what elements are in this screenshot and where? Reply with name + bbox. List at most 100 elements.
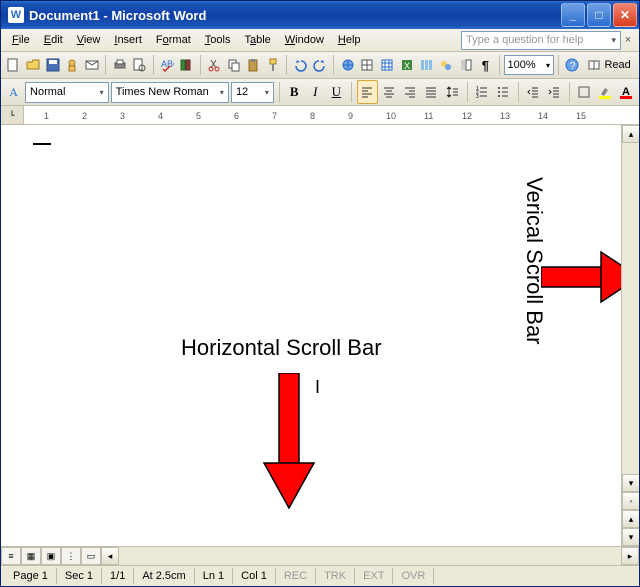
fontsize-combo[interactable]: 12▾	[231, 82, 274, 103]
help-icon-button[interactable]: ?	[563, 54, 582, 76]
normal-view-button[interactable]: ≡	[1, 547, 21, 565]
status-page: Page 1	[5, 568, 57, 584]
titlebar: W Document1 - Microsoft Word _ □ ✕	[1, 1, 639, 29]
hyperlink-button[interactable]	[338, 54, 357, 76]
help-search-input[interactable]: Type a question for help ▾	[461, 31, 621, 50]
menu-tools[interactable]: Tools	[198, 32, 238, 48]
italic-button[interactable]: I	[306, 81, 325, 103]
menu-insert[interactable]: Insert	[107, 32, 149, 48]
scroll-right-button[interactable]: ▸	[621, 547, 639, 565]
weblayout-view-button[interactable]: ▦	[21, 547, 41, 565]
highlight-button[interactable]	[596, 81, 615, 103]
window-title: Document1 - Microsoft Word	[29, 8, 561, 23]
menu-table[interactable]: Table	[237, 32, 277, 48]
permission-button[interactable]	[63, 54, 82, 76]
line-spacing-button[interactable]	[443, 81, 462, 103]
status-at: At 2.5cm	[134, 568, 194, 584]
menu-help[interactable]: Help	[331, 32, 368, 48]
decrease-indent-button[interactable]	[524, 81, 543, 103]
save-button[interactable]	[43, 54, 62, 76]
drawing-button[interactable]	[437, 54, 456, 76]
ibeam-cursor-icon: I	[315, 377, 320, 398]
redo-button[interactable]	[311, 54, 330, 76]
status-rec[interactable]: REC	[276, 568, 316, 584]
menu-file[interactable]: File	[5, 32, 37, 48]
scroll-down-button[interactable]: ▾	[622, 474, 639, 492]
formatting-toolbar: A Normal▾ Times New Roman▾ 12▾ B I U 123…	[1, 79, 639, 106]
font-color-button[interactable]: A	[617, 81, 636, 103]
close-help-icon[interactable]: ×	[621, 34, 635, 46]
outline-view-button[interactable]: ⋮	[61, 547, 81, 565]
status-pagecount: 1/1	[102, 568, 134, 584]
printlayout-view-button[interactable]: ▣	[41, 547, 61, 565]
maximize-button[interactable]: □	[587, 3, 611, 27]
arrow-down-icon	[259, 373, 319, 513]
menu-view[interactable]: View	[70, 32, 108, 48]
horizontal-ruler[interactable]: ┗ 1 2 3 4 5 6 7 8 9 10 11 12 13 14 15	[1, 106, 639, 125]
menu-window[interactable]: Window	[278, 32, 331, 48]
justify-button[interactable]	[422, 81, 441, 103]
docmap-button[interactable]	[456, 54, 475, 76]
status-ext[interactable]: EXT	[355, 568, 393, 584]
style-combo[interactable]: Normal▾	[25, 82, 109, 103]
help-placeholder: Type a question for help	[466, 34, 583, 46]
show-hide-button[interactable]: ¶	[476, 54, 495, 76]
minimize-button[interactable]: _	[561, 3, 585, 27]
underline-button[interactable]: U	[327, 81, 346, 103]
read-mode-button[interactable]: Read	[582, 55, 635, 75]
document-area[interactable]: Horizontal Scroll Bar Verical Scroll Bar…	[1, 125, 639, 546]
menubar: File Edit View Insert Format Tools Table…	[1, 29, 639, 52]
svg-text:?: ?	[570, 61, 576, 72]
new-doc-button[interactable]	[4, 54, 23, 76]
statusbar: Page 1 Sec 1 1/1 At 2.5cm Ln 1 Col 1 REC…	[1, 565, 639, 586]
menu-format[interactable]: Format	[149, 32, 198, 48]
align-right-button[interactable]	[401, 81, 420, 103]
font-combo[interactable]: Times New Roman▾	[111, 82, 229, 103]
copy-button[interactable]	[224, 54, 243, 76]
tab-selector[interactable]: ┗	[1, 106, 24, 124]
numbered-list-button[interactable]: 123	[473, 81, 492, 103]
next-page-button[interactable]: ▾	[622, 528, 639, 546]
spellcheck-button[interactable]: ABC	[157, 54, 176, 76]
undo-button[interactable]	[291, 54, 310, 76]
format-painter-button[interactable]	[264, 54, 283, 76]
zoom-combo[interactable]: 100%▾	[504, 55, 554, 75]
email-button[interactable]	[83, 54, 102, 76]
prev-page-button[interactable]: ▴	[622, 510, 639, 528]
ruler-ticks: 1 2 3 4 5 6 7 8 9 10 11 12 13 14 15	[24, 106, 639, 124]
chevron-down-icon: ▾	[611, 35, 616, 46]
excel-button[interactable]: X	[397, 54, 416, 76]
horizontal-scrollbar[interactable]: ◂ ▸	[101, 548, 639, 564]
status-line: Ln 1	[195, 568, 233, 584]
standard-toolbar: ABC X ¶ 100%▾ ? Read	[1, 52, 639, 79]
print-preview-button[interactable]	[130, 54, 149, 76]
tables-borders-button[interactable]	[358, 54, 377, 76]
cut-button[interactable]	[205, 54, 224, 76]
research-button[interactable]	[177, 54, 196, 76]
book-icon	[587, 58, 601, 72]
status-ovr[interactable]: OVR	[393, 568, 434, 584]
open-button[interactable]	[24, 54, 43, 76]
scroll-left-button[interactable]: ◂	[101, 547, 119, 565]
svg-text:3: 3	[476, 94, 479, 98]
print-button[interactable]	[110, 54, 129, 76]
paste-button[interactable]	[244, 54, 263, 76]
columns-button[interactable]	[417, 54, 436, 76]
reading-view-button[interactable]: ▭	[81, 547, 101, 565]
bold-button[interactable]: B	[285, 81, 304, 103]
scroll-up-button[interactable]: ▴	[622, 125, 639, 143]
browse-object-button[interactable]: ◦	[622, 492, 639, 510]
styles-pane-button[interactable]: A	[4, 81, 23, 103]
status-trk[interactable]: TRK	[316, 568, 355, 584]
bullet-list-button[interactable]	[494, 81, 513, 103]
align-center-button[interactable]	[380, 81, 399, 103]
menu-edit[interactable]: Edit	[37, 32, 70, 48]
align-left-button[interactable]	[357, 80, 378, 104]
app-window: W Document1 - Microsoft Word _ □ ✕ File …	[0, 0, 640, 587]
increase-indent-button[interactable]	[545, 81, 564, 103]
close-button[interactable]: ✕	[613, 3, 637, 27]
vertical-scrollbar[interactable]: ▴ ▾ ◦ ▴ ▾	[621, 125, 639, 546]
borders-button[interactable]	[575, 81, 594, 103]
bottom-bar: ≡ ▦ ▣ ⋮ ▭ ◂ ▸	[1, 546, 639, 565]
insert-table-button[interactable]	[378, 54, 397, 76]
